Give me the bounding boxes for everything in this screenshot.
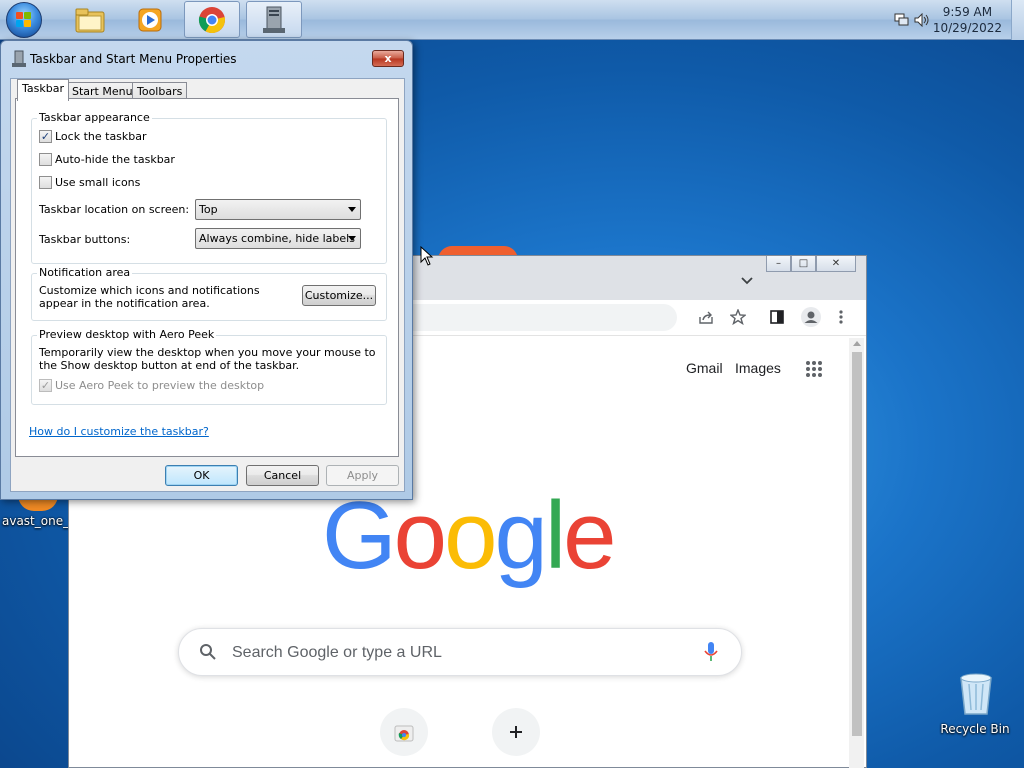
aero-peek-text: Temporarily view the desktop when you mo… <box>39 346 376 372</box>
aero-peek-checkbox[interactable]: ✓ <box>39 379 52 392</box>
autohide-label[interactable]: Auto-hide the taskbar <box>55 153 175 166</box>
logo-letter: o <box>444 482 497 589</box>
logo-letter: g <box>494 482 547 589</box>
notification-text: Customize which icons and notifications … <box>39 284 260 310</box>
taskbar-tab-panel: Taskbar appearance ✓ Lock the taskbar Au… <box>15 98 399 457</box>
show-desktop-button[interactable] <box>1011 0 1024 40</box>
recycle-bin-icon <box>960 673 992 715</box>
search-placeholder: Search Google or type a URL <box>232 644 442 661</box>
help-link[interactable]: How do I customize the taskbar? <box>29 425 209 438</box>
restore-button[interactable]: □ <box>791 256 816 272</box>
notification-group-title: Notification area <box>37 266 133 279</box>
tab-taskbar[interactable]: Taskbar <box>17 79 69 101</box>
customize-button[interactable]: Customize... <box>302 285 376 306</box>
lock-taskbar-label[interactable]: Lock the taskbar <box>55 130 147 143</box>
clock[interactable]: 9:59 AM 10/29/2022 <box>933 4 1002 36</box>
lock-taskbar-checkbox[interactable]: ✓ <box>39 130 52 143</box>
start-button[interactable] <box>6 2 42 38</box>
media-player-icon <box>138 8 162 31</box>
scroll-up-arrow[interactable] <box>853 341 861 346</box>
taskbar-file-explorer[interactable] <box>62 1 118 38</box>
dialog-title: Taskbar and Start Menu Properties <box>30 52 237 66</box>
taskbar-media-player[interactable] <box>122 1 178 38</box>
chrome-store-icon <box>394 725 414 742</box>
appearance-group-title: Taskbar appearance <box>37 111 152 124</box>
ok-button[interactable]: OK <box>165 465 238 486</box>
taskbar-chrome[interactable] <box>184 1 240 38</box>
clock-date: 10/29/2022 <box>932 21 1002 35</box>
scrollbar-thumb[interactable] <box>852 352 862 736</box>
location-label: Taskbar location on screen: <box>39 203 190 216</box>
speaker-icon[interactable] <box>914 13 930 27</box>
search-icon <box>200 644 216 660</box>
mouse-cursor-icon <box>420 246 434 266</box>
taskbar-properties-dialog: Taskbar and Start Menu Properties x Task… <box>0 40 413 500</box>
network-icon[interactable] <box>894 13 910 27</box>
location-select[interactable]: Top <box>195 199 361 220</box>
taskbar-buttons-label: Taskbar buttons: <box>39 233 131 246</box>
taskbar-control-panel[interactable] <box>246 1 302 38</box>
plus-icon <box>510 726 522 738</box>
dropdown-arrow-icon <box>348 207 356 212</box>
minimize-button[interactable]: – <box>766 256 791 272</box>
taskbar-buttons-select[interactable]: Always combine, hide labels <box>195 228 361 249</box>
window-controls: – □ ✕ <box>766 256 856 274</box>
aero-peek-group-title: Preview desktop with Aero Peek <box>37 328 217 341</box>
google-search-box[interactable]: Search Google or type a URL <box>178 628 742 676</box>
page-scrollbar[interactable] <box>849 338 864 768</box>
star-icon[interactable] <box>730 309 746 325</box>
logo-letter: e <box>563 482 616 589</box>
desktop-icon-label: avast_one_f <box>2 514 74 528</box>
close-icon: x <box>384 52 392 65</box>
chrome-icon <box>198 6 225 33</box>
images-link[interactable]: Images <box>735 360 781 376</box>
taskbar-properties-icon <box>12 50 26 67</box>
apply-button[interactable]: Apply <box>326 465 399 486</box>
close-window-button[interactable]: ✕ <box>816 256 856 272</box>
desktop-icon-label: Recycle Bin <box>940 722 1010 736</box>
apps-grid-icon[interactable] <box>805 360 823 378</box>
aero-peek-label[interactable]: Use Aero Peek to preview the desktop <box>55 379 264 392</box>
side-panel-icon[interactable] <box>769 309 785 325</box>
add-shortcut-button[interactable] <box>492 708 540 756</box>
logo-letter: l <box>544 482 566 589</box>
location-value: Top <box>199 203 218 216</box>
control-panel-icon <box>263 6 285 33</box>
small-icons-checkbox[interactable] <box>39 176 52 189</box>
google-logo: Google <box>322 486 617 586</box>
system-tray: 9:59 AM 10/29/2022 <box>884 0 1024 40</box>
clock-time: 9:59 AM <box>942 5 993 19</box>
gmail-link[interactable]: Gmail <box>686 360 723 376</box>
file-explorer-icon <box>75 8 105 32</box>
taskbar-buttons-value: Always combine, hide labels <box>199 232 355 245</box>
microphone-icon[interactable] <box>704 641 718 663</box>
shortcut-web-store[interactable] <box>380 708 428 756</box>
more-vert-icon[interactable] <box>838 309 844 325</box>
dropdown-arrow-icon <box>348 236 356 241</box>
chevron-down-icon[interactable] <box>740 276 754 286</box>
dialog-close-button[interactable]: x <box>372 50 404 67</box>
small-icons-label[interactable]: Use small icons <box>55 176 140 189</box>
profile-icon[interactable] <box>800 306 822 328</box>
windows-logo-icon <box>16 12 32 28</box>
autohide-checkbox[interactable] <box>39 153 52 166</box>
cancel-button[interactable]: Cancel <box>246 465 319 486</box>
taskbar: 9:59 AM 10/29/2022 <box>0 0 1024 40</box>
share-icon[interactable] <box>698 311 714 325</box>
